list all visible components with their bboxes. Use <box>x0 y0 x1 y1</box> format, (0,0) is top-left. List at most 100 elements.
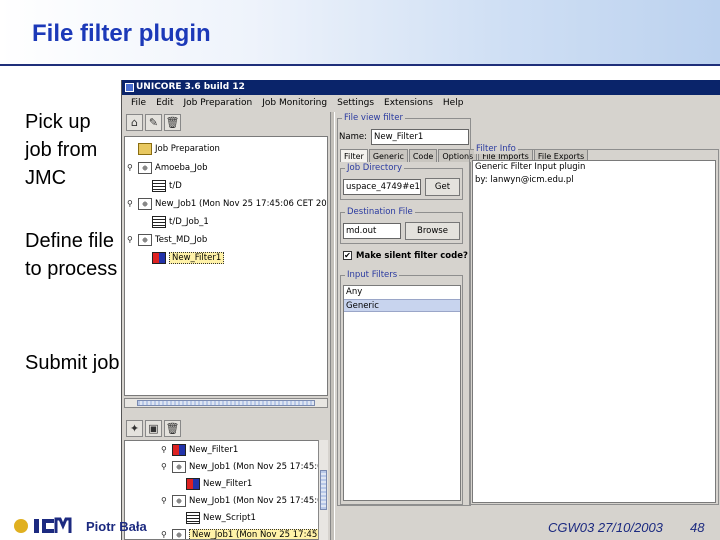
tree-row[interactable]: ⚲ New_Job1 (Mon Nov 25 17:45:06 CET 20 <box>127 195 327 212</box>
tab-filter[interactable]: Filter <box>340 149 368 162</box>
tree-label: t/D <box>169 180 182 191</box>
logo-letter-mark <box>34 519 39 533</box>
menubar: File Edit Job Preparation Job Monitoring… <box>122 96 720 111</box>
tree-row[interactable]: ⚲ New_Job1 (Mon Nov 25 17:45:06 CET 20 <box>161 458 328 475</box>
menu-job-preparation[interactable]: Job Preparation <box>179 96 258 111</box>
scroll-thumb[interactable] <box>137 400 315 406</box>
right-pane: File view filter Name: New_Filter1 Filte… <box>335 112 720 540</box>
save-icon[interactable]: ▣ <box>145 420 162 437</box>
destination-file-field[interactable]: md.out <box>343 223 401 239</box>
tree-label: New_Job1 (Mon Nov 25 17:45:06 CET 20 <box>189 461 328 472</box>
silent-filter-checkbox[interactable]: ✔ <box>343 251 352 260</box>
menu-help[interactable]: Help <box>438 96 469 111</box>
refresh-icon[interactable]: ✦ <box>126 420 143 437</box>
group-label: Job Directory <box>345 163 404 173</box>
info-line: Generic Filter Input plugin <box>475 162 586 172</box>
job-directory-field[interactable]: uspace_4749#e1c <box>343 179 421 195</box>
left-pane: ⌂ ✎ 🗑 Job Preparation ⚲ Amoeba_Job t/D ⚲ <box>122 112 330 540</box>
tree-label: New_Job1 (Mon Nov 25 17:45:06 CET 20 <box>189 495 328 506</box>
bullet-pick-up-job: Pick up job from JMC <box>25 111 98 189</box>
input-filters-list: Any Generic <box>343 285 461 501</box>
tree-row[interactable]: ⚲ New_Job1 (Mon Nov 25 17:45:06 CET 20 <box>161 492 328 509</box>
job-monitor-toolbar: ✦ ▣ 🗑 <box>124 418 328 440</box>
horizontal-scrollbar[interactable] <box>124 398 328 408</box>
tree-knob[interactable]: ⚲ <box>161 530 169 539</box>
filter-info-text: Generic Filter Input plugin by: lanwyn@i… <box>472 160 716 503</box>
tree-label: Amoeba_Job <box>155 162 208 173</box>
tree-knob[interactable]: ⚲ <box>161 496 169 505</box>
menu-edit[interactable]: Edit <box>151 96 178 111</box>
new-job-icon[interactable]: ⌂ <box>126 114 143 131</box>
tree-row[interactable]: New_Filter1 <box>183 475 252 492</box>
job-prep-toolbar: ⌂ ✎ 🗑 <box>124 112 328 134</box>
tree-knob[interactable]: ⚲ <box>161 462 169 471</box>
script-icon <box>186 511 200 524</box>
trash-icon[interactable]: 🗑 <box>164 420 181 437</box>
group-label: Filter Info <box>474 144 518 154</box>
list-item[interactable]: Any <box>344 286 460 299</box>
footer-date: CGW03 27/10/2003 <box>548 520 663 535</box>
filter-icon <box>172 443 186 456</box>
folder-icon <box>138 142 152 155</box>
info-line: by: lanwyn@icm.edu.pl <box>475 175 574 185</box>
tree-row-selected[interactable]: New_Filter1 <box>149 249 225 266</box>
tree-knob[interactable]: ⚲ <box>127 235 135 244</box>
trash-icon[interactable]: 🗑 <box>164 114 181 131</box>
logo-sun-mark <box>14 519 28 533</box>
tree-label: Test_MD_Job <box>155 234 208 245</box>
title-rule <box>0 64 720 66</box>
icm-logo <box>14 517 72 533</box>
tree-label: New_Filter1 <box>169 251 225 264</box>
group-label: Destination File <box>345 207 415 217</box>
tree-row[interactable]: New_Script1 <box>183 509 256 526</box>
group-label: File view filter <box>342 113 405 123</box>
unicore-window: UNICORE 3.6 build 12 File Edit Job Prepa… <box>121 80 720 540</box>
script-icon <box>152 179 166 192</box>
tree-label: New_Job1 (Mon Nov 25 17:45:06 CET 20 <box>189 528 327 539</box>
tree-knob[interactable]: ⚲ <box>127 163 135 172</box>
menu-settings[interactable]: Settings <box>332 96 379 111</box>
list-item-selected[interactable]: Generic <box>344 299 460 312</box>
footer-author: Piotr Bała <box>86 519 147 534</box>
tree-knob[interactable]: ⚲ <box>127 199 135 208</box>
menu-extensions[interactable]: Extensions <box>379 96 438 111</box>
filter-name-field[interactable]: New_Filter1 <box>371 129 469 145</box>
job-icon <box>172 528 186 539</box>
job-icon <box>172 460 186 473</box>
copy-job-icon[interactable]: ✎ <box>145 114 162 131</box>
window-title: UNICORE 3.6 build 12 <box>136 82 245 92</box>
job-icon <box>138 161 152 174</box>
tab-generic[interactable]: Generic <box>368 149 408 162</box>
job-icon <box>138 197 152 210</box>
tree-row[interactable]: t/D_Job_1 <box>149 213 209 230</box>
tree-label: New_Job1 (Mon Nov 25 17:45:06 CET 20 <box>155 198 327 209</box>
bullet-define-file: Define file to process <box>25 230 118 280</box>
tree-row[interactable]: t/D <box>149 177 182 194</box>
tree-label: New_Filter1 <box>203 478 253 489</box>
page-number: 48 <box>690 520 705 535</box>
vertical-scrollbar[interactable] <box>318 440 328 540</box>
silent-filter-label: Make silent filter code? <box>356 251 468 261</box>
group-label: Input Filters <box>345 270 400 280</box>
logo-letter-mark <box>42 519 54 533</box>
tree-knob[interactable]: ⚲ <box>161 445 169 454</box>
tree-row[interactable]: ⚲ New_Job1 (Mon Nov 25 17:45:06 CET 20 <box>161 526 327 539</box>
menu-job-monitoring[interactable]: Job Monitoring <box>257 96 332 111</box>
tree-row[interactable]: Job Preparation <box>127 140 220 157</box>
script-icon <box>152 215 166 228</box>
tree-row[interactable]: ⚲ Amoeba_Job <box>127 159 207 176</box>
tab-code[interactable]: Code <box>408 149 438 162</box>
tree-row[interactable]: ⚲ New_Filter1 <box>161 441 238 458</box>
scroll-thumb[interactable] <box>320 470 327 510</box>
get-button[interactable]: Get <box>425 178 460 196</box>
tree-label: New_Filter1 <box>189 444 239 455</box>
job-monitoring-tree: ⚲ New_Filter1 ⚲ New_Job1 (Mon Nov 25 17:… <box>124 440 328 540</box>
bullet-submit-job: Submit job <box>25 352 120 374</box>
job-icon <box>138 233 152 246</box>
tree-row[interactable]: ⚲ Test_MD_Job <box>127 231 207 248</box>
browse-button[interactable]: Browse <box>405 222 460 240</box>
menu-file[interactable]: File <box>126 96 151 111</box>
logo-letter-mark <box>54 517 72 533</box>
job-preparation-tree: Job Preparation ⚲ Amoeba_Job t/D ⚲ New_J… <box>124 136 328 396</box>
tree-label: Job Preparation <box>155 143 220 154</box>
